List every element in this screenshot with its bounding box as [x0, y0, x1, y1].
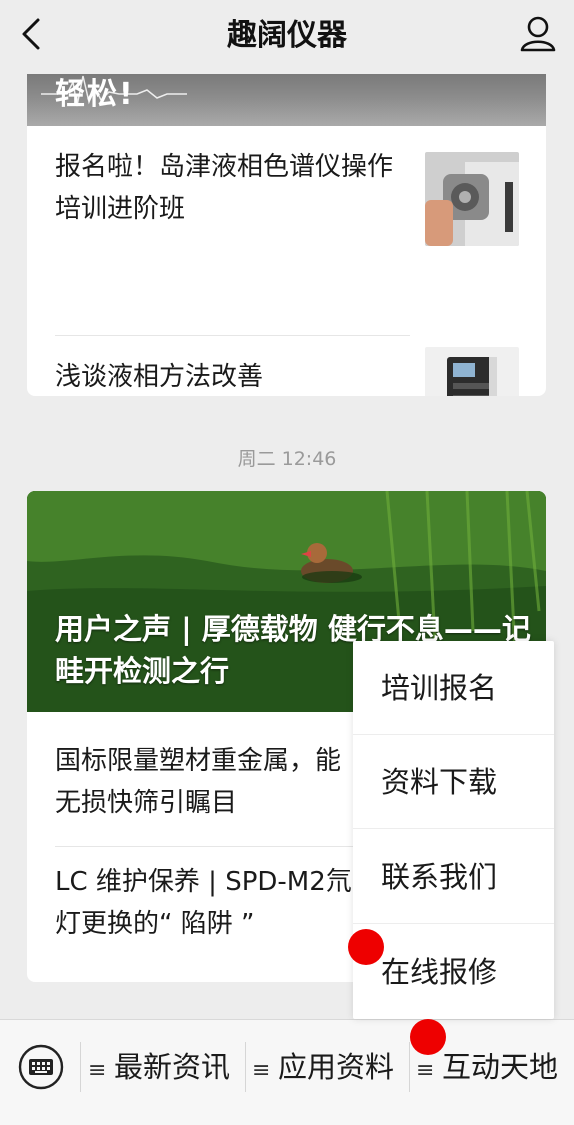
article-item[interactable]: 浅谈液相方法改善 — [55, 336, 519, 396]
submenu-item-training-signup[interactable]: 培训报名 — [353, 641, 554, 735]
bottom-menu-label: 应用资料 — [278, 1050, 395, 1084]
menu-lines-icon: ≡ — [252, 1058, 271, 1083]
submenu-item-download-materials[interactable]: 资料下载 — [353, 735, 554, 829]
top-nav-bar: 趣阔仪器 — [0, 0, 574, 74]
article-thumbnail — [425, 152, 519, 246]
divider — [80, 1042, 81, 1092]
bottom-menu-bar: ≡ 最新资讯 ≡ 应用资料 ≡ 互动天地 — [0, 1019, 574, 1113]
article-thumbnail — [425, 347, 519, 396]
user-icon[interactable] — [516, 12, 560, 56]
bottom-menu-label: 互动天地 — [442, 1050, 559, 1084]
keyboard-icon[interactable] — [18, 1044, 64, 1090]
bottom-menu-latest-news[interactable]: ≡ 最新资讯 — [88, 1020, 230, 1114]
article-title: 报名啦！岛津液相色谱仪操作培训进阶班 — [55, 152, 394, 224]
article-title: 国标限量塑材重金属，能无损快筛引瞩目 — [55, 746, 342, 818]
touch-marker — [348, 929, 384, 965]
bottom-safe-area — [0, 1113, 574, 1125]
submenu-popup: 培训报名 资料下载 联系我们 在线报修 — [353, 641, 554, 1019]
bottom-menu-application-materials[interactable]: ≡ 应用资料 — [252, 1020, 394, 1114]
article-title: LC 维护保养 | SPD-M2氘灯更换的“ 陷阱 ” — [55, 867, 352, 939]
article-card[interactable]: 轻松! 报名啦！岛津液相色谱仪操作培训进阶班 浅谈液相方法改善 — [27, 74, 546, 396]
divider — [409, 1042, 410, 1092]
article-title: 浅谈液相方法改善 — [55, 362, 264, 392]
app-root: 趣阔仪器 轻松! 报名啦！岛津液相色谱仪操作培训进阶班 浅谈液相方法改善 周二 … — [0, 0, 574, 1125]
article-item[interactable]: 报名啦！岛津液相色谱仪操作培训进阶班 — [55, 126, 519, 256]
touch-marker — [410, 1019, 446, 1055]
message-timestamp: 周二 12:46 — [237, 448, 337, 470]
menu-lines-icon: ≡ — [88, 1058, 107, 1083]
page-title: 趣阔仪器 — [227, 18, 347, 53]
submenu-item-online-repair[interactable]: 在线报修 — [353, 925, 554, 1019]
article-hero-banner[interactable]: 轻松! — [27, 74, 546, 126]
bottom-menu-label: 最新资讯 — [114, 1050, 231, 1084]
submenu-item-contact-us[interactable]: 联系我们 — [353, 830, 554, 924]
article-hero-title: 轻松! — [55, 77, 135, 112]
divider — [245, 1042, 246, 1092]
